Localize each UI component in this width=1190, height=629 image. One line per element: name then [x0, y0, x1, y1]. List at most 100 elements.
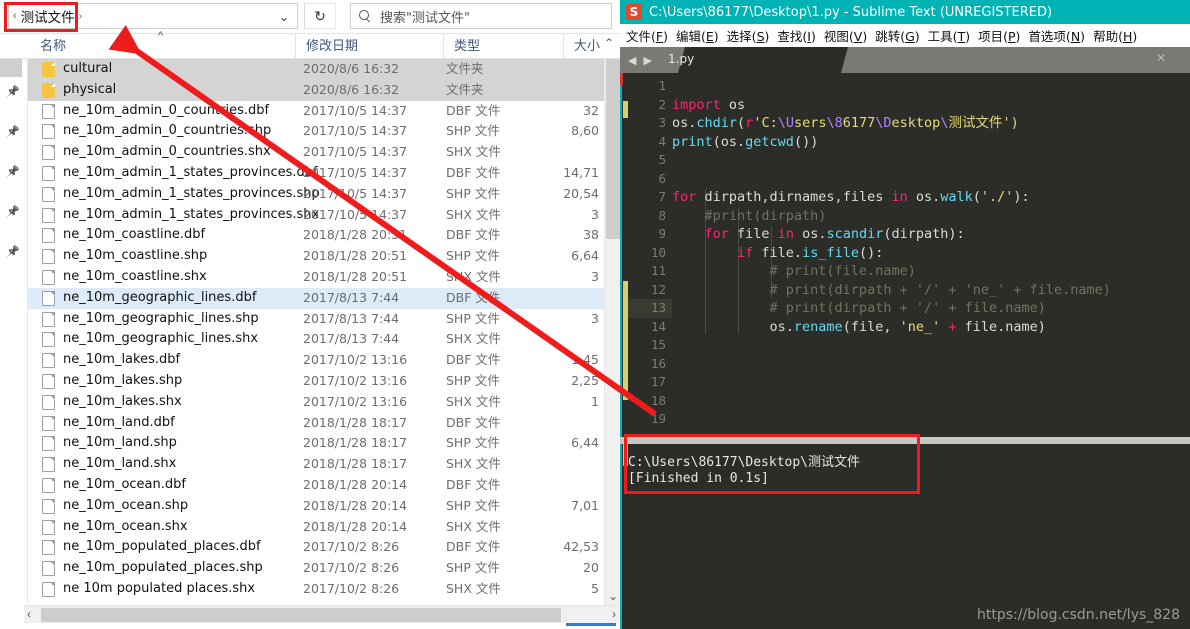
scroll-left-icon[interactable]: ‹	[27, 607, 31, 621]
breadcrumb-separator-icon[interactable]: ›	[75, 11, 86, 22]
code-line[interactable]	[672, 170, 1190, 189]
code-token: 测试文件')	[948, 115, 1019, 131]
code-editor[interactable]: 1 2 3 4 5 6 7 8 9 10 11 12 13 14 15 16 17 18 19 import os o…	[620, 73, 1190, 437]
code-line[interactable]: # print(file.name)	[672, 262, 1190, 281]
refresh-icon[interactable]: ↻	[304, 3, 336, 29]
console-divider[interactable]	[620, 437, 1190, 444]
tab-1py[interactable]	[678, 47, 848, 73]
file-list[interactable]: cultural 2020/8/6 16:32 文件夹 physical 2020/8/…	[28, 59, 604, 605]
vertical-scrollbar[interactable]: ⌄	[604, 59, 620, 605]
code-line[interactable]	[672, 410, 1190, 429]
table-row[interactable]: ne_10m_coastline.dbf 2018/1/28 20:51 DBF 文…	[28, 225, 604, 246]
code-line[interactable]	[672, 355, 1190, 374]
column-header-size[interactable]: 大小	[563, 34, 603, 59]
line-number: 16	[650, 355, 666, 371]
code-token: getcwd	[745, 133, 794, 150]
table-row[interactable]: ne_10m_ocean.shp 2018/1/28 20:14 SHP 文件 7,0…	[28, 496, 604, 517]
table-row[interactable]: ne_10m_ocean.dbf 2018/1/28 20:14 DBF 文件	[28, 475, 604, 496]
menu-item-8[interactable]: 项目(P)	[978, 26, 1020, 45]
code-line[interactable]: # print(dirpath + '/' + 'ne_' + file.nam…	[672, 281, 1190, 300]
table-row[interactable]: ne_10m_geographic_lines.shx 2017/8/13 7:4…	[28, 329, 604, 350]
table-row[interactable]: ne_10m_land.dbf 2018/1/28 18:17 DBF 文件	[28, 413, 604, 434]
file-date-cell: 2018/1/28 20:51	[303, 269, 408, 284]
chevron-down-icon[interactable]: ⌄	[279, 10, 289, 24]
code-line[interactable]	[672, 373, 1190, 392]
code-line[interactable]	[672, 151, 1190, 170]
code-token: \D	[875, 115, 892, 131]
menu-bar[interactable]: 文件(F) 编辑(E) 选择(S) 查找(I) 视图(V) 跳转(G) 工具(T) 项目(P)…	[620, 24, 1190, 47]
navigation-pane: 📌 📌 📌 📌 📌	[0, 59, 28, 604]
code-line[interactable]: for dirpath,dirnames,files in os.walk('.…	[672, 188, 1190, 207]
console-output-line-1: C:\Users\86177\Desktop\测试文件	[628, 455, 861, 470]
table-row[interactable]: ne_10m_coastline.shx 2018/1/28 20:51 SHX 文…	[28, 267, 604, 288]
table-row[interactable]: ne 10m populated places.shx 2017/10/2 8:2…	[28, 579, 604, 600]
watermark-text: https://blog.csdn.net/lys_828	[977, 607, 1180, 623]
pin-icon[interactable]: 📌	[6, 85, 20, 99]
code-line[interactable]: # print(dirpath + '/' + file.name)	[672, 299, 1190, 318]
vertical-scrollbar-thumb[interactable]	[606, 59, 620, 239]
code-line[interactable]: for file in os.scandir(dirpath):	[672, 225, 1190, 244]
tab-label[interactable]: 1.py	[668, 52, 694, 66]
menu-item-7[interactable]: 工具(T)	[928, 26, 970, 45]
menu-item-2[interactable]: 编辑(E)	[676, 26, 719, 45]
code-line[interactable]: #print(dirpath)	[672, 207, 1190, 226]
address-back-glyph[interactable]: ‹	[9, 10, 19, 22]
table-row[interactable]: ne_10m_geographic_lines.shp 2017/8/13 7:4…	[28, 309, 604, 330]
code-line[interactable]	[672, 77, 1190, 96]
pin-icon[interactable]: 📌	[6, 245, 20, 259]
scroll-right-icon[interactable]: ›	[612, 607, 616, 621]
code-content[interactable]: import os os.chdir(r'C:\Users\86177\Deskt…	[672, 73, 1190, 437]
menu-item-4[interactable]: 查找(I)	[777, 26, 815, 45]
column-header-type[interactable]: 类型	[443, 34, 563, 59]
menu-item-9[interactable]: 首选项(N)	[1028, 26, 1085, 45]
code-line[interactable]: os.chdir(r'C:\Users\86177\Desktop\测试文件')	[672, 114, 1190, 133]
table-row[interactable]: cultural 2020/8/6 16:32 文件夹	[28, 59, 604, 80]
file-name-cell: ne_10m_ocean.shx	[63, 518, 188, 534]
table-row[interactable]: ne_10m_admin_1_states_provinces.shp 2017/…	[28, 184, 604, 205]
horizontal-scrollbar-thumb[interactable]	[41, 608, 561, 622]
pin-icon[interactable]: 📌	[6, 165, 20, 179]
code-token: file.name)	[956, 318, 1046, 335]
table-row[interactable]: ne_10m_lakes.dbf 2017/10/2 13:16 DBF 文件 1,4…	[28, 350, 604, 371]
pin-icon[interactable]: 📌	[6, 205, 20, 219]
menu-item-3[interactable]: 选择(S)	[727, 26, 770, 45]
table-row[interactable]: ne_10m_admin_0_countries.shp 2017/10/5 14…	[28, 121, 604, 142]
code-line[interactable]	[672, 392, 1190, 411]
table-row[interactable]: ne_10m_admin_1_states_provinces.shx 2017/…	[28, 205, 604, 226]
close-icon[interactable]: ✕	[1156, 51, 1166, 65]
code-line[interactable]	[672, 336, 1190, 355]
table-row[interactable]: ne_10m_admin_1_states_provinces.dbf 2017/…	[28, 163, 604, 184]
table-row[interactable]: ne_10m_lakes.shx 2017/10/2 13:16 SHX 文件 1	[28, 392, 604, 413]
scroll-down-icon[interactable]: ⌄	[608, 589, 618, 603]
code-line[interactable]: print(os.getcwd())	[672, 133, 1190, 152]
table-row[interactable]: ne_10m_coastline.shp 2018/1/28 20:51 SHP 文…	[28, 246, 604, 267]
table-row[interactable]: physical 2020/8/6 16:32 文件夹	[28, 79, 604, 101]
tab-nav-arrows-icon[interactable]: ◀ ▶	[628, 54, 654, 67]
code-line[interactable]: import os	[672, 96, 1190, 115]
table-row[interactable]: ne_10m_land.shp 2018/1/28 18:17 SHP 文件 6,44	[28, 433, 604, 454]
table-row[interactable]: ne_10m_populated_places.shp 2017/10/2 8:2…	[28, 558, 604, 579]
breadcrumb-current-folder[interactable]: 测试文件	[19, 6, 75, 26]
table-row[interactable]: ne_10m_admin_0_countries.shx 2017/10/5 14…	[28, 142, 604, 163]
file-name-cell: ne_10m_admin_1_states_provinces.shp	[63, 185, 320, 201]
horizontal-scrollbar[interactable]: ‹ ›	[24, 605, 620, 623]
menu-item-1[interactable]: 文件(F)	[626, 26, 668, 45]
menu-item-5[interactable]: 视图(V)	[824, 26, 867, 45]
table-row[interactable]: ne_10m_geographic_lines.dbf 2017/8/13 7:4…	[28, 287, 604, 309]
menu-item-10[interactable]: 帮助(H)	[1093, 26, 1137, 45]
address-bar[interactable]: ‹ 测试文件 › ⌄	[8, 3, 298, 29]
table-row[interactable]: ne_10m_land.shx 2018/1/28 18:17 SHX 文件	[28, 454, 604, 475]
code-line[interactable]: os.rename(file, 'ne_' + file.name)	[672, 318, 1190, 337]
table-row[interactable]: ne_10m_populated_places.dbf 2017/10/2 8:2…	[28, 537, 604, 558]
code-line[interactable]: if file.is_file():	[672, 244, 1190, 263]
table-row[interactable]: ne_10m_admin_0_countries.dbf 2017/10/5 14…	[28, 101, 604, 122]
column-header-date[interactable]: 修改日期	[295, 34, 443, 59]
scroll-up-icon[interactable]: ⌃	[604, 36, 614, 50]
table-row[interactable]: ne_10m_ocean.shx 2018/1/28 20:14 SHX 文件	[28, 517, 604, 538]
pin-icon[interactable]: 📌	[6, 125, 20, 139]
build-output-console[interactable]: C:\Users\86177\Desktop\测试文件 [Finished in…	[620, 437, 1190, 629]
table-row[interactable]: ne_10m_lakes.shp 2017/10/2 13:16 SHP 文件 2,2…	[28, 371, 604, 392]
search-input[interactable]: 搜索"测试文件"	[350, 3, 612, 29]
windows-explorer-window: ‹ 测试文件 › ⌄ ↻ 搜索"测试文件" 名称 修改日期 类型 大小 ^ ⌃ …	[0, 0, 620, 629]
menu-item-6[interactable]: 跳转(G)	[875, 26, 919, 45]
